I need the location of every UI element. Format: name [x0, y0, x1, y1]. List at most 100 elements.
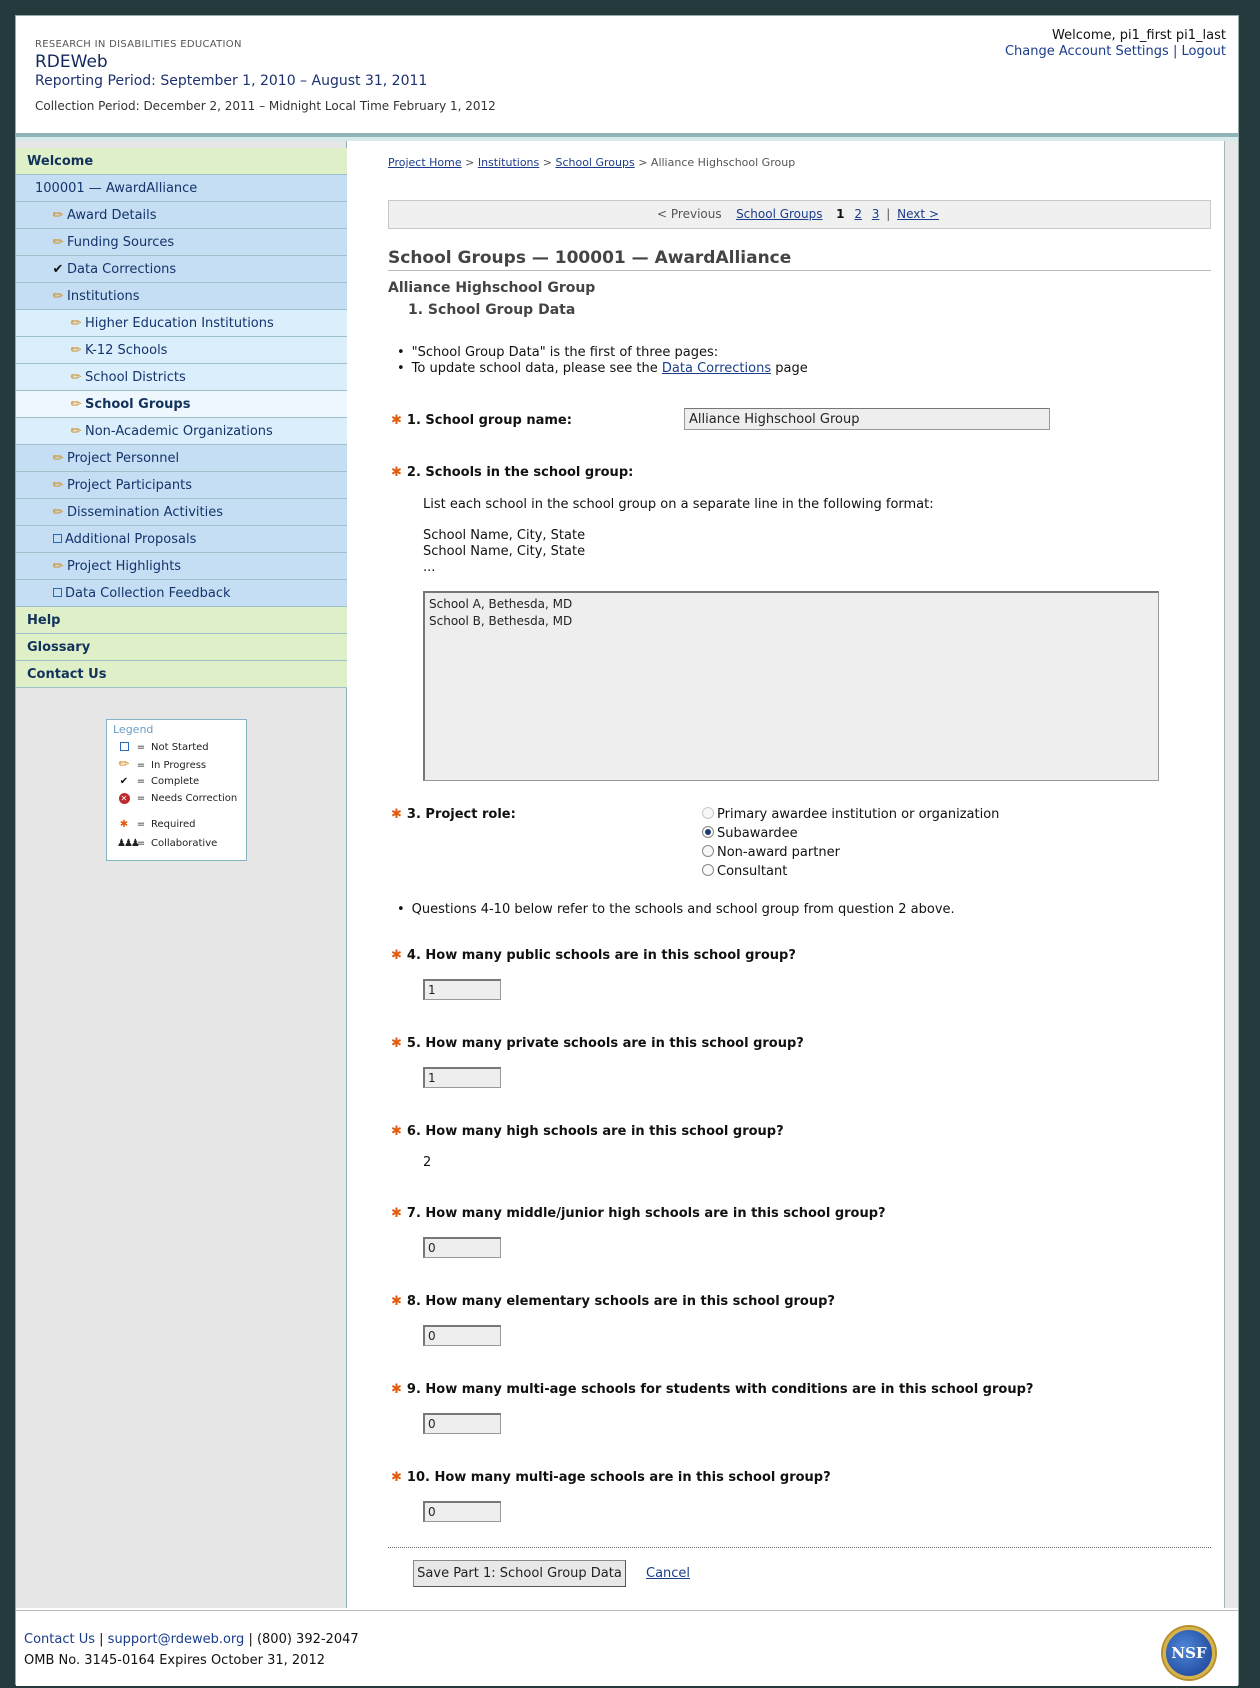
- nav-school-districts[interactable]: ✏ School Districts: [16, 364, 347, 391]
- nav-label: Dissemination Activities: [67, 505, 223, 520]
- role-option-subawardee[interactable]: Subawardee: [702, 824, 999, 843]
- user-area: Welcome, pi1_first pi1_last Change Accou…: [1005, 28, 1226, 60]
- nav-label: Funding Sources: [67, 235, 175, 250]
- nav-non-academic[interactable]: ✏ Non-Academic Organizations: [16, 418, 347, 445]
- save-button[interactable]: Save Part 1: School Group Data: [413, 1560, 626, 1587]
- check-icon: ✔: [119, 776, 129, 787]
- cancel-link[interactable]: Cancel: [646, 1566, 690, 1581]
- question-1: ✱ 1. School group name:: [391, 413, 572, 428]
- nav-label: Award Details: [67, 208, 157, 223]
- required-star-icon: ✱: [391, 1382, 402, 1397]
- box-icon: [119, 741, 129, 751]
- nav-label: School Groups: [85, 397, 191, 412]
- nav-project-participants[interactable]: ✏ Project Participants: [16, 472, 347, 499]
- nav-award-details[interactable]: ✏ Award Details: [16, 202, 347, 229]
- question-9: ✱ 9. How many multi-age schools for stude…: [391, 1382, 1034, 1397]
- nav-school-groups[interactable]: ✏ School Groups: [16, 391, 347, 418]
- nav-label: School Districts: [85, 370, 186, 385]
- data-corrections-link[interactable]: Data Corrections: [662, 361, 771, 376]
- question-5: ✱ 5. How many private schools are in this…: [391, 1036, 804, 1051]
- role-option-primary[interactable]: Primary awardee institution or organizat…: [702, 805, 999, 824]
- required-star-icon: ✱: [119, 819, 129, 830]
- pager-section-link[interactable]: School Groups: [736, 207, 822, 221]
- nav-glossary[interactable]: Glossary: [16, 634, 347, 661]
- logout-link[interactable]: Logout: [1181, 44, 1226, 59]
- question-8: ✱ 8. How many elementary schools are in t…: [391, 1294, 835, 1309]
- pager-page-2[interactable]: 2: [854, 207, 862, 221]
- pager-page-1: 1: [836, 207, 845, 221]
- section-heading: 1. School Group Data: [408, 302, 576, 318]
- instruction-item: To update school data, please see the Da…: [397, 361, 808, 377]
- breadcrumb-institutions[interactable]: Institutions: [478, 156, 539, 169]
- pencil-icon: ✏: [52, 478, 64, 493]
- radio-button[interactable]: [702, 864, 714, 876]
- radio-button[interactable]: [702, 807, 714, 819]
- nav-award[interactable]: 100001 — AwardAlliance: [16, 175, 347, 202]
- pencil-icon: ✏: [70, 424, 82, 439]
- question-3: ✱ 3. Project role:: [391, 807, 516, 822]
- nav-label: Project Participants: [67, 478, 192, 493]
- schools-textarea[interactable]: School A, Bethesda, MD School B, Bethesd…: [423, 591, 1159, 781]
- footer: Contact Us | support@rdeweb.org | (800) …: [16, 1610, 1238, 1686]
- nav-institutions[interactable]: ✏ Institutions: [16, 283, 347, 310]
- multi-age-conditions-input[interactable]: 0: [423, 1413, 501, 1434]
- textarea-line: School B, Bethesda, MD: [429, 614, 573, 628]
- public-schools-input[interactable]: 1: [423, 979, 501, 1000]
- elementary-schools-input[interactable]: 0: [423, 1325, 501, 1346]
- format-example: School Name, City, State School Name, Ci…: [423, 528, 586, 575]
- form-divider: [388, 1547, 1211, 1548]
- breadcrumb-current: Alliance Highschool Group: [650, 156, 796, 169]
- nav-contact-us[interactable]: Contact Us: [16, 661, 347, 688]
- legend: Legend = Not Started ✏ = In Progress ✔ = Comp…: [106, 719, 247, 861]
- nav-project-personnel[interactable]: ✏ Project Personnel: [16, 445, 347, 472]
- required-star-icon: ✱: [391, 1470, 402, 1485]
- nav-data-corrections[interactable]: ✔ Data Corrections: [16, 256, 347, 283]
- footer-contact-link[interactable]: Contact Us: [24, 1632, 95, 1647]
- welcome-text: Welcome, pi1_first pi1_last: [1052, 28, 1226, 43]
- nav-k12-schools[interactable]: ✏ K-12 Schools: [16, 337, 347, 364]
- nav-label: Non-Academic Organizations: [85, 424, 273, 439]
- nav-higher-education[interactable]: ✏ Higher Education Institutions: [16, 310, 347, 337]
- role-option-consultant[interactable]: Consultant: [702, 862, 999, 881]
- question-4: ✱ 4. How many public schools are in this …: [391, 948, 796, 963]
- main-content: Project Home > Institutions > School Gro…: [348, 141, 1238, 1608]
- middle-schools-input[interactable]: 0: [423, 1237, 501, 1258]
- nav-project-highlights[interactable]: ✏ Project Highlights: [16, 553, 347, 580]
- school-group-name-input[interactable]: [684, 408, 1050, 430]
- pencil-icon: ✏: [52, 289, 64, 304]
- pager-page-3[interactable]: 3: [872, 207, 880, 221]
- change-account-settings-link[interactable]: Change Account Settings: [1005, 44, 1169, 59]
- nav-label: Data Corrections: [67, 262, 177, 277]
- required-star-icon: ✱: [391, 1206, 402, 1221]
- nav-help[interactable]: Help: [16, 607, 347, 634]
- radio-button[interactable]: [702, 845, 714, 857]
- required-star-icon: ✱: [391, 1294, 402, 1309]
- legend-complete: ✔ = Complete: [117, 774, 199, 790]
- pencil-icon: ✏: [70, 397, 82, 412]
- nav-label: Higher Education Institutions: [85, 316, 274, 331]
- pencil-icon: ✏: [70, 343, 82, 358]
- legend-needs-correction: ✕ = Needs Correction: [117, 791, 237, 807]
- required-star-icon: ✱: [391, 948, 402, 963]
- nav-data-collection-feedback[interactable]: Data Collection Feedback: [16, 580, 347, 607]
- page-frame: RESEARCH IN DISABILITIES EDUCATION RDEWe…: [15, 15, 1239, 1686]
- omb-notice: OMB No. 3145-0164 Expires October 31, 20…: [24, 1653, 325, 1668]
- nav-additional-proposals[interactable]: Additional Proposals: [16, 526, 347, 553]
- breadcrumb-school-groups[interactable]: School Groups: [555, 156, 634, 169]
- scroll-gutter: [1224, 141, 1238, 1608]
- nav-funding-sources[interactable]: ✏ Funding Sources: [16, 229, 347, 256]
- role-option-non-award[interactable]: Non-award partner: [702, 843, 999, 862]
- instructions: "School Group Data" is the first of thre…: [397, 345, 808, 377]
- question-10: ✱ 10. How many multi-age schools are in t…: [391, 1470, 831, 1485]
- high-schools-value: 2: [423, 1155, 432, 1170]
- group-name-heading: Alliance Highschool Group: [388, 280, 596, 296]
- nav-dissemination[interactable]: ✏ Dissemination Activities: [16, 499, 347, 526]
- breadcrumb-project-home[interactable]: Project Home: [388, 156, 462, 169]
- multi-age-schools-input[interactable]: 0: [423, 1501, 501, 1522]
- footer-email-link[interactable]: support@rdeweb.org: [108, 1632, 245, 1647]
- private-schools-input[interactable]: 1: [423, 1067, 501, 1088]
- pager-next[interactable]: Next >: [897, 207, 939, 221]
- nav-welcome[interactable]: Welcome: [16, 148, 347, 175]
- nav-label: K-12 Schools: [85, 343, 168, 358]
- radio-button[interactable]: [702, 826, 714, 838]
